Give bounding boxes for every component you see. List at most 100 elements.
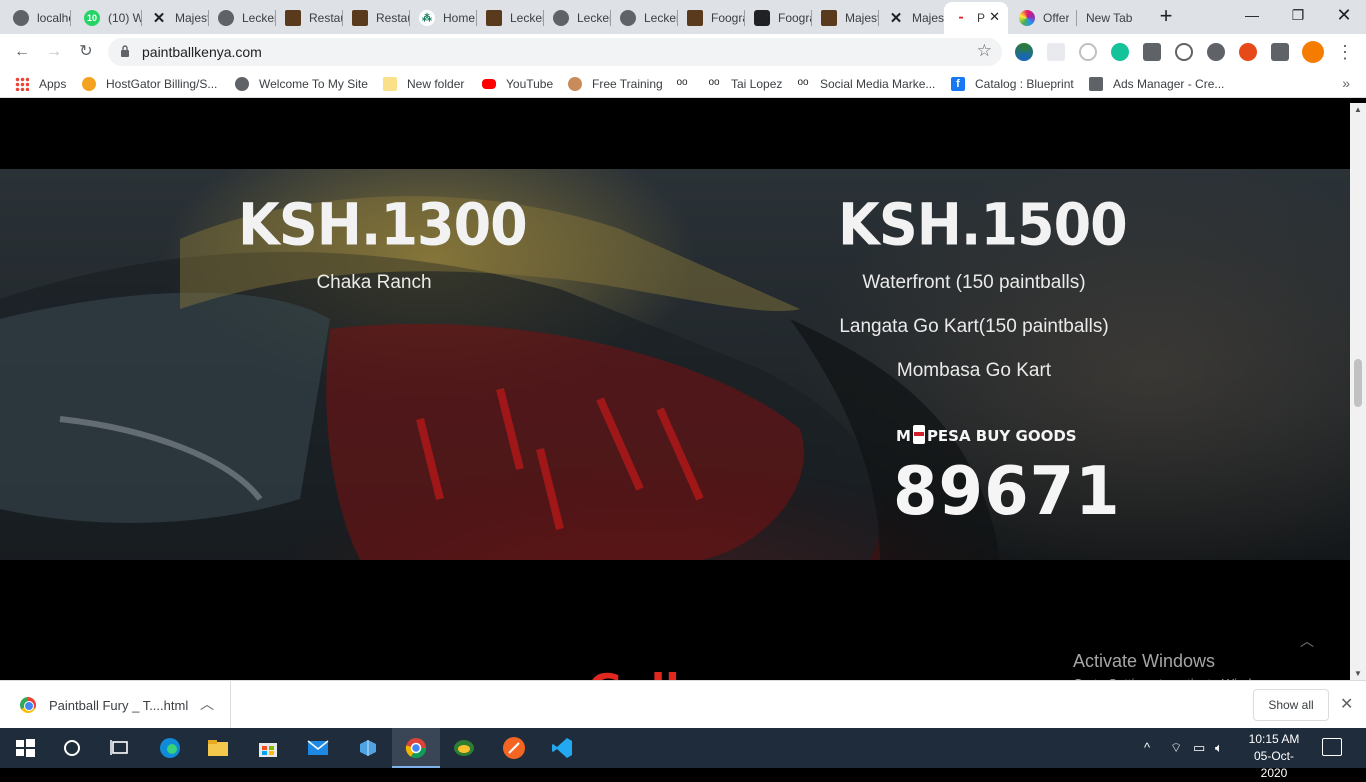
shield-icon xyxy=(754,10,770,26)
facebook-icon: f xyxy=(951,77,965,91)
window-close-icon[interactable]: ✕ xyxy=(1321,4,1366,26)
tab-close-icon[interactable]: ✕ xyxy=(989,9,1000,25)
extension-gear-icon[interactable] xyxy=(1239,43,1257,61)
globe-app-icon[interactable] xyxy=(452,736,476,760)
profile-avatar[interactable] xyxy=(1302,41,1324,63)
editor-circle-icon[interactable] xyxy=(502,736,526,760)
task-view-icon[interactable] xyxy=(108,736,132,760)
extension-globe-icon[interactable] xyxy=(1015,43,1033,61)
close-icon[interactable]: ✕ xyxy=(1340,694,1353,714)
tab-title: Restaurant xyxy=(309,11,343,25)
extension-code-icon[interactable] xyxy=(1143,43,1161,61)
tab-home[interactable]: ⁂ Home xyxy=(410,2,477,34)
mail-icon[interactable] xyxy=(306,736,330,760)
bookmark-ads-manager[interactable]: Ads Manager - Cre... xyxy=(1089,76,1224,92)
search-circle-icon[interactable] xyxy=(60,736,84,760)
grammarly-icon[interactable] xyxy=(1111,43,1129,61)
new-tab-plus-icon[interactable]: + xyxy=(1154,5,1178,29)
address-bar[interactable]: paintballkenya.com ☆ xyxy=(108,38,1002,66)
bookmark-glasses[interactable]: oo xyxy=(675,76,699,92)
chevron-right-icon[interactable]: » xyxy=(1342,75,1350,91)
tab-paintball-active[interactable]: ⁃ P ✕ xyxy=(944,2,1008,34)
mpesa-m: M xyxy=(896,427,911,445)
show-all-button[interactable]: Show all xyxy=(1253,689,1329,721)
chrome-icon[interactable] xyxy=(404,736,428,760)
forward-arrow-icon[interactable]: → xyxy=(43,41,65,63)
battery-icon[interactable]: ▭ xyxy=(1193,740,1205,756)
bookmark-welcome[interactable]: Welcome To My Site xyxy=(235,76,368,92)
extension-circle-icon[interactable] xyxy=(1175,43,1193,61)
tab-majestic-2[interactable]: Majestic xyxy=(812,2,879,34)
bookmark-tai-lopez[interactable]: oo Tai Lopez xyxy=(707,76,782,92)
tray-chevron-up-icon[interactable]: ^ xyxy=(1144,740,1150,755)
tab-leckerli-4[interactable]: Leckerli xyxy=(611,2,678,34)
tab-title: Foogra xyxy=(711,11,745,25)
notification-center-icon[interactable] xyxy=(1322,738,1342,756)
tab-leckerli-2[interactable]: Leckerli xyxy=(477,2,544,34)
chevron-up-icon[interactable]: ︿ xyxy=(200,694,214,714)
tab-title: New Tab xyxy=(1086,11,1133,25)
bookmark-star-icon[interactable]: ☆ xyxy=(977,41,992,61)
scroll-to-top-chevron-icon[interactable]: ︿ xyxy=(1300,631,1314,651)
bookmark-catalog[interactable]: f Catalog : Blueprint xyxy=(951,76,1074,92)
tab-majestic-3[interactable]: ✕ Majestic xyxy=(879,2,944,34)
extension-clock-icon[interactable] xyxy=(1079,43,1097,61)
bookmark-label: HostGator Billing/S... xyxy=(106,77,218,91)
bookmark-label: Ads Manager - Cre... xyxy=(1113,77,1225,91)
maximize-icon[interactable]: ❐ xyxy=(1275,4,1321,26)
extension-user-icon[interactable] xyxy=(1207,43,1225,61)
extensions-puzzle-icon[interactable] xyxy=(1271,43,1289,61)
network-icon[interactable]: ⌔ xyxy=(1170,740,1182,756)
mpesa-label: M PESA BUY GOODS xyxy=(896,425,1077,445)
extension-grid-icon[interactable] xyxy=(1047,43,1065,61)
url-text: paintballkenya.com xyxy=(142,44,262,60)
scroll-up-arrow-icon[interactable]: ▲ xyxy=(1350,105,1366,114)
file-explorer-icon[interactable] xyxy=(206,736,230,760)
person-icon xyxy=(568,77,582,91)
bookmark-youtube[interactable]: YouTube xyxy=(482,76,553,92)
clock-time: 10:15 AM xyxy=(1248,732,1300,746)
tab-restaurant[interactable]: Restaurant xyxy=(276,2,343,34)
bookmark-apps[interactable]: Apps xyxy=(15,76,66,92)
scroll-down-arrow-icon[interactable]: ▼ xyxy=(1350,669,1366,678)
right-location-3: Mombasa Go Kart xyxy=(896,360,1052,381)
bookmark-free-training[interactable]: Free Training xyxy=(568,76,663,92)
vscode-icon[interactable] xyxy=(550,736,574,760)
reload-icon[interactable]: ↻ xyxy=(75,41,97,63)
menu-kebab-icon[interactable]: ⋮ xyxy=(1334,41,1356,63)
gallery-heading: Gall xyxy=(588,669,688,680)
bookmark-social-media[interactable]: oo Social Media Marke... xyxy=(796,76,935,92)
minimize-icon[interactable]: — xyxy=(1229,4,1275,26)
tab-offer[interactable]: Offer xyxy=(1010,2,1077,34)
bookmark-label: Apps xyxy=(39,77,67,91)
bookmark-new-folder[interactable]: New folder xyxy=(383,76,464,92)
download-shelf: Paintball Fury _ T....html ︿ Show all ✕ xyxy=(0,680,1366,729)
store-bag-icon[interactable] xyxy=(256,736,280,760)
bookmark-label: New folder xyxy=(407,77,465,91)
edge-browser-icon[interactable] xyxy=(158,736,182,760)
scrollbar-thumb[interactable] xyxy=(1354,359,1362,407)
tab-foogra[interactable]: Foogra xyxy=(678,2,745,34)
mpesa-buy-goods: PESA BUY GOODS xyxy=(926,427,1077,445)
volume-icon[interactable]: 🔈︎ xyxy=(1215,740,1223,756)
tab-leckerli-3[interactable]: Leckerli xyxy=(544,2,611,34)
tab-new-tab[interactable]: New Tab xyxy=(1077,2,1147,34)
system-clock[interactable]: 10:15 AM 05-Oct-2020 xyxy=(1242,731,1306,782)
download-item[interactable]: Paintball Fury _ T....html ︿ xyxy=(0,681,231,729)
tab-localhost[interactable]: localhost xyxy=(4,2,71,34)
tab-restaurant-2[interactable]: Restaurant xyxy=(343,2,410,34)
back-arrow-icon[interactable]: ← xyxy=(11,41,33,63)
tab-leckerli[interactable]: Leckerli xyxy=(209,2,276,34)
tab-title: Leckerli xyxy=(510,11,544,25)
tab-foogra-2[interactable]: Foogra xyxy=(745,2,812,34)
bookmark-hostgator[interactable]: HostGator Billing/S... xyxy=(82,76,217,92)
tab-title: (10) WhatsApp xyxy=(108,11,142,25)
paintball-icon: ⁃ xyxy=(953,10,969,26)
activate-title: Activate Windows xyxy=(1073,651,1216,671)
tab-majestic[interactable]: ✕ Majestic xyxy=(142,2,209,34)
installer-box-icon[interactable] xyxy=(356,736,380,760)
tab-whatsapp[interactable]: 10 (10) WhatsApp xyxy=(75,2,142,34)
bookmark-label: Catalog : Blueprint xyxy=(975,77,1074,91)
windows-start-icon[interactable] xyxy=(13,736,37,760)
page-scrollbar[interactable]: ▲ ▼ xyxy=(1350,103,1366,680)
